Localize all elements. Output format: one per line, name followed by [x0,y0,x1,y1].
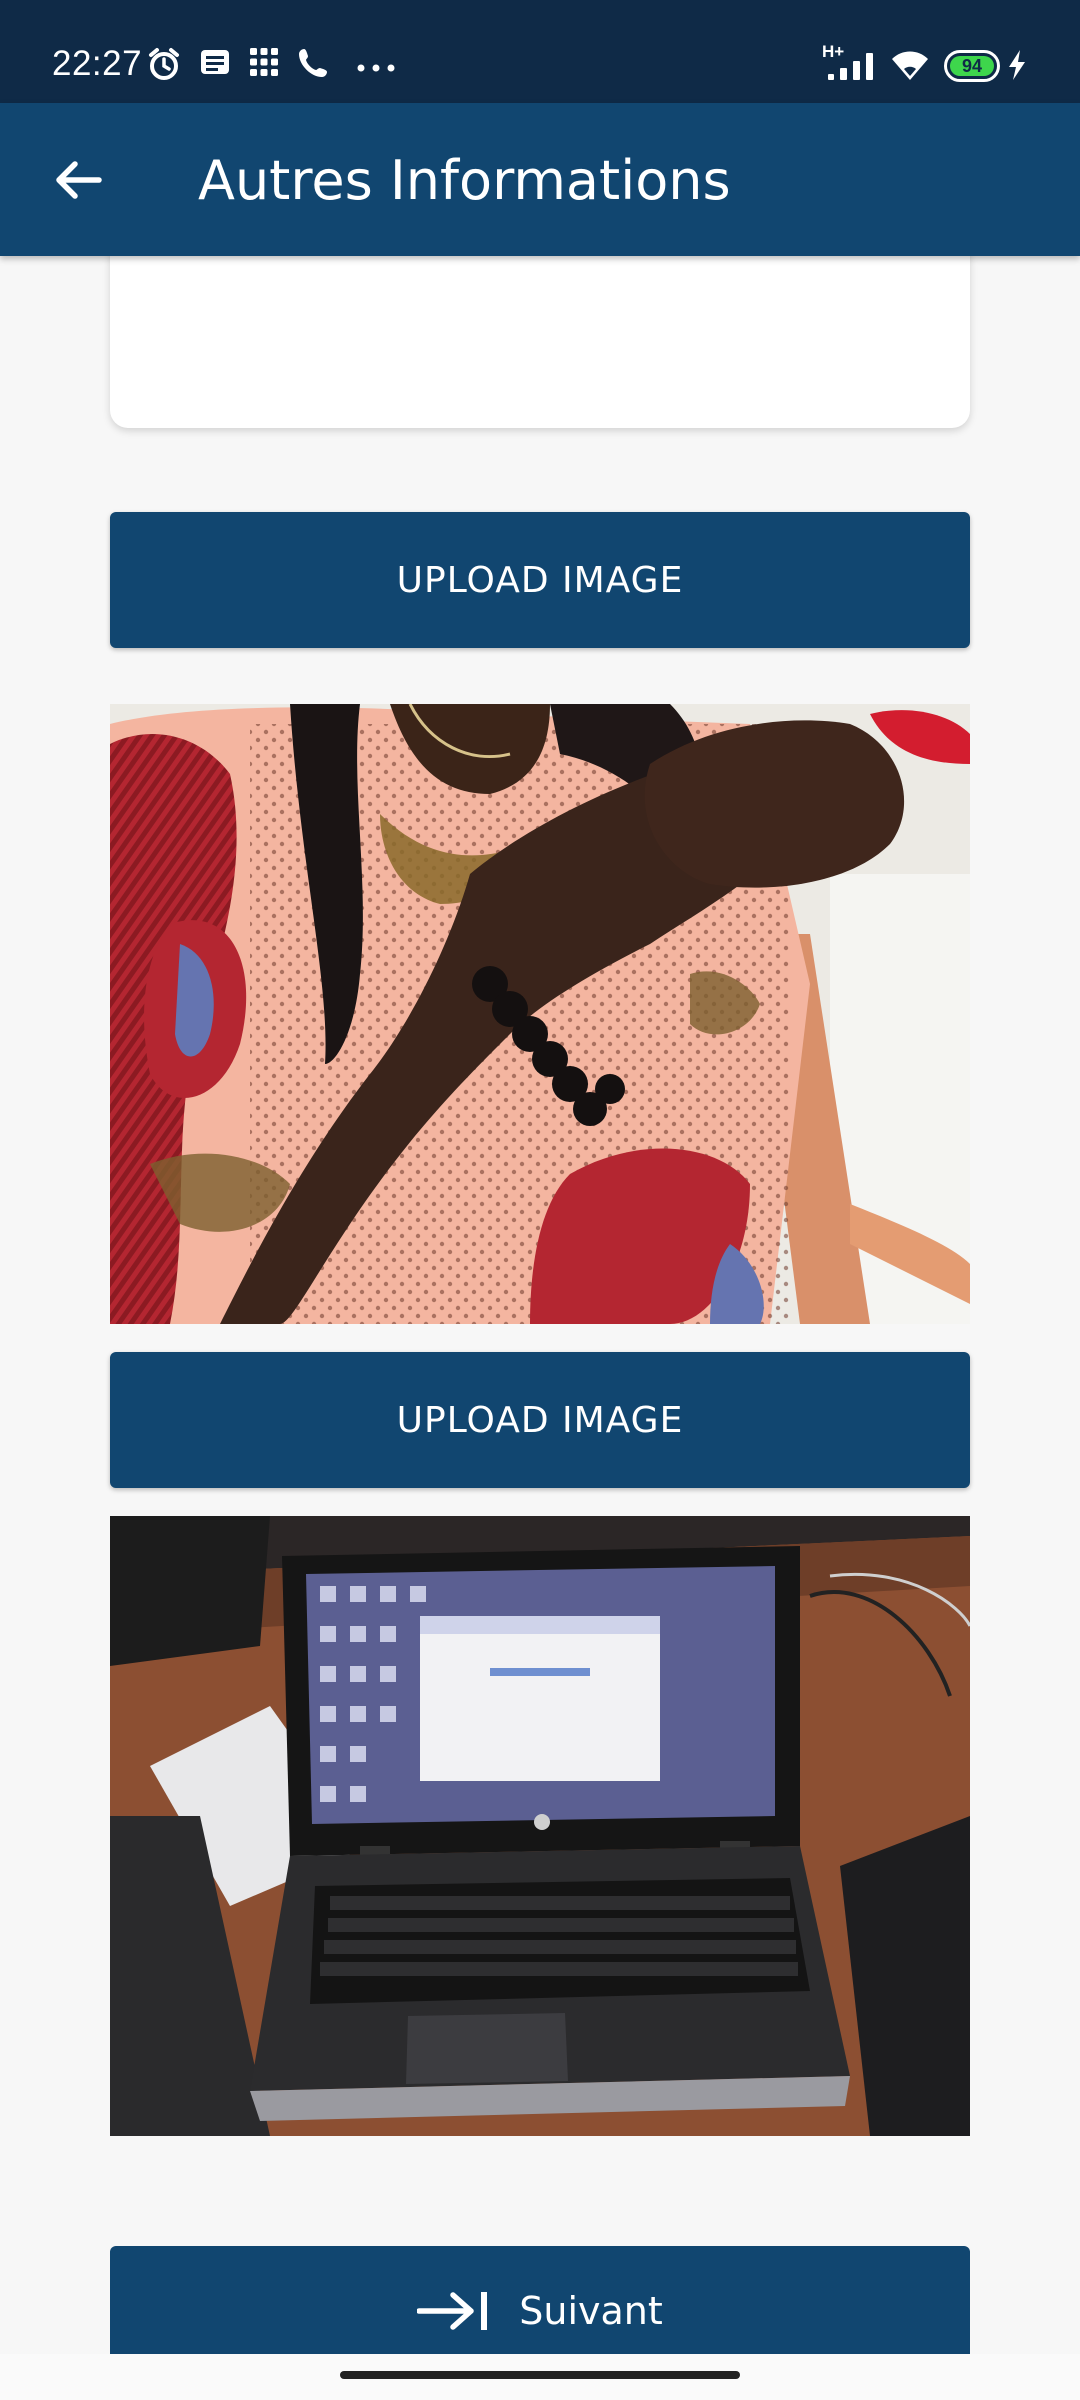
next-button-label: Suivant [519,2289,663,2333]
back-arrow-icon [56,161,102,199]
battery-level: 94 [950,56,994,76]
status-bar: 22:27 H+ 94 [0,0,1080,103]
upload-button-label: UPLOAD IMAGE [396,1399,684,1441]
status-time: 22:27 [52,44,143,83]
message-icon [198,46,232,85]
page-title: Autres Informations [198,149,731,212]
phone-icon [296,46,330,85]
back-button[interactable] [40,143,114,217]
wifi-icon [890,48,930,87]
alarm-icon [146,46,182,87]
home-indicator[interactable] [340,2371,740,2379]
upload-image-button-1[interactable]: UPLOAD IMAGE [110,512,970,648]
charging-icon [1006,48,1028,87]
arrow-to-bar-icon [417,2292,488,2330]
battery-icon: 94 [944,50,1000,82]
next-button[interactable]: Suivant [110,2246,970,2356]
upload-image-button-2[interactable]: UPLOAD IMAGE [110,1352,970,1488]
uploaded-image-2 [110,1516,970,2136]
apps-grid-icon [248,46,280,83]
uploaded-image-1 [110,704,970,1324]
signal-icon [826,48,882,87]
more-dots-icon [356,60,396,78]
upload-button-label: UPLOAD IMAGE [396,559,684,601]
app-bar: Autres Informations [0,103,1080,256]
